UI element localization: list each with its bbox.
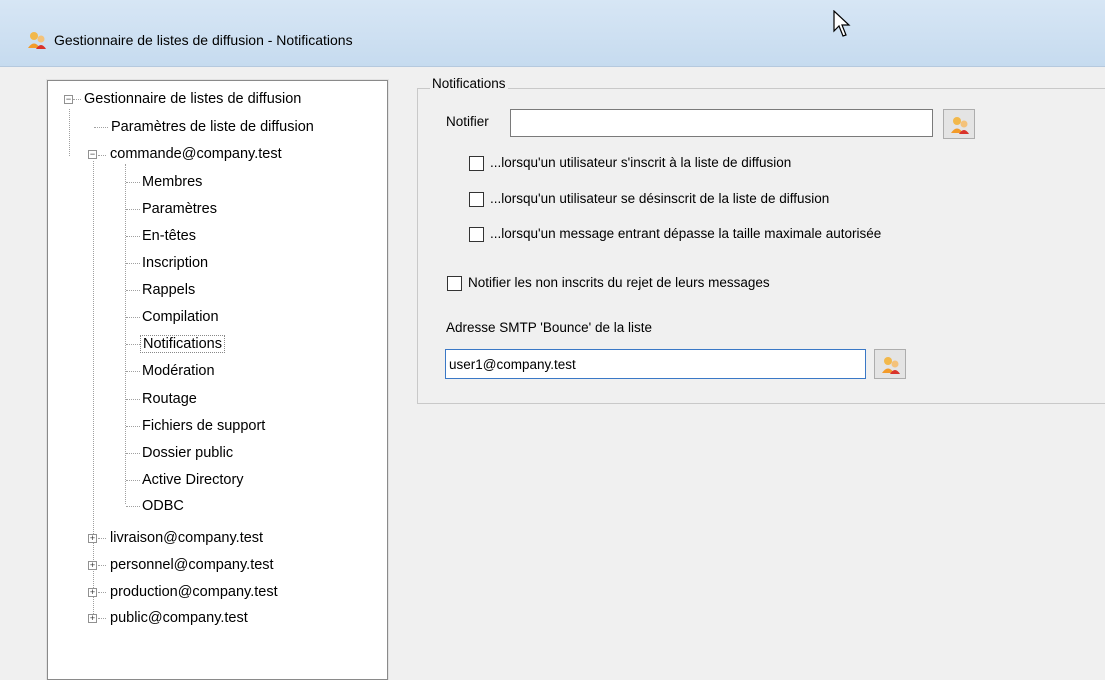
option-size-exceeded-label: ...lorsqu'un message entrant dépasse la … [490, 226, 882, 241]
navigation-tree[interactable]: − Gestionnaire de listes de diffusion Pa… [46, 79, 389, 680]
tree-item-inscription[interactable]: Inscription [142, 253, 208, 273]
bounce-label: Adresse SMTP 'Bounce' de la liste [446, 320, 653, 335]
tree-item-moderation[interactable]: Modération [142, 361, 215, 381]
window-title: Gestionnaire de listes de diffusion - No… [54, 32, 353, 48]
tree-item-fichiers-de-support[interactable]: Fichiers de support [142, 416, 265, 436]
tree-item-en-tetes[interactable]: En-têtes [142, 226, 196, 246]
root-collapse-icon[interactable]: − [64, 95, 73, 104]
tree-item-routage[interactable]: Routage [142, 389, 197, 409]
notify-field[interactable] [510, 109, 933, 137]
option-subscribe-checkbox[interactable] [469, 156, 484, 171]
tree-item-odbc[interactable]: ODBC [142, 496, 184, 516]
notify-non-members-checkbox[interactable] [447, 276, 462, 291]
tree-root[interactable]: Gestionnaire de listes de diffusion [84, 89, 301, 109]
tree-item-list-settings[interactable]: Paramètres de liste de diffusion [111, 117, 314, 137]
title-bar: Gestionnaire de listes de diffusion - No… [0, 0, 1105, 67]
expand-icon[interactable]: + [88, 561, 97, 570]
tree-item-membres[interactable]: Membres [142, 172, 202, 192]
bounce-picker-button[interactable] [874, 349, 906, 379]
tree-item-dossier-public[interactable]: Dossier public [142, 443, 233, 463]
expand-icon[interactable]: + [88, 534, 97, 543]
option-subscribe-label: ...lorsqu'un utilisateur s'inscrit à la … [490, 155, 792, 170]
bounce-address-field[interactable] [445, 349, 866, 379]
tree-item-livraison[interactable]: livraison@company.test [110, 528, 263, 548]
people-icon [28, 32, 46, 49]
notify-label: Notifier [446, 114, 489, 129]
tree-item-compilation[interactable]: Compilation [142, 307, 219, 327]
tree-item-notifications[interactable]: Notifications [140, 334, 225, 354]
tree-item-rappels[interactable]: Rappels [142, 280, 195, 300]
expand-icon[interactable]: + [88, 588, 97, 597]
tree-item-personnel[interactable]: personnel@company.test [110, 555, 274, 575]
expand-icon[interactable]: + [88, 614, 97, 623]
tree-item-parametres[interactable]: Paramètres [142, 199, 217, 219]
mouse-cursor-icon [833, 10, 851, 37]
option-unsubscribe-checkbox[interactable] [469, 192, 484, 207]
option-unsubscribe-label: ...lorsqu'un utilisateur se désinscrit d… [490, 191, 830, 206]
option-size-exceeded-checkbox[interactable] [469, 227, 484, 242]
group-title: Notifications [430, 76, 508, 91]
tree-item-commande[interactable]: commande@company.test [110, 144, 282, 164]
people-icon [951, 117, 969, 134]
tree-item-public[interactable]: public@company.test [110, 608, 248, 628]
notify-non-members-label: Notifier les non inscrits du rejet de le… [468, 275, 770, 290]
tree-item-production[interactable]: production@company.test [110, 582, 278, 602]
list-collapse-icon[interactable]: − [88, 150, 97, 159]
tree-item-active-directory[interactable]: Active Directory [142, 470, 244, 490]
people-icon [882, 357, 900, 374]
notify-picker-button[interactable] [943, 109, 975, 139]
